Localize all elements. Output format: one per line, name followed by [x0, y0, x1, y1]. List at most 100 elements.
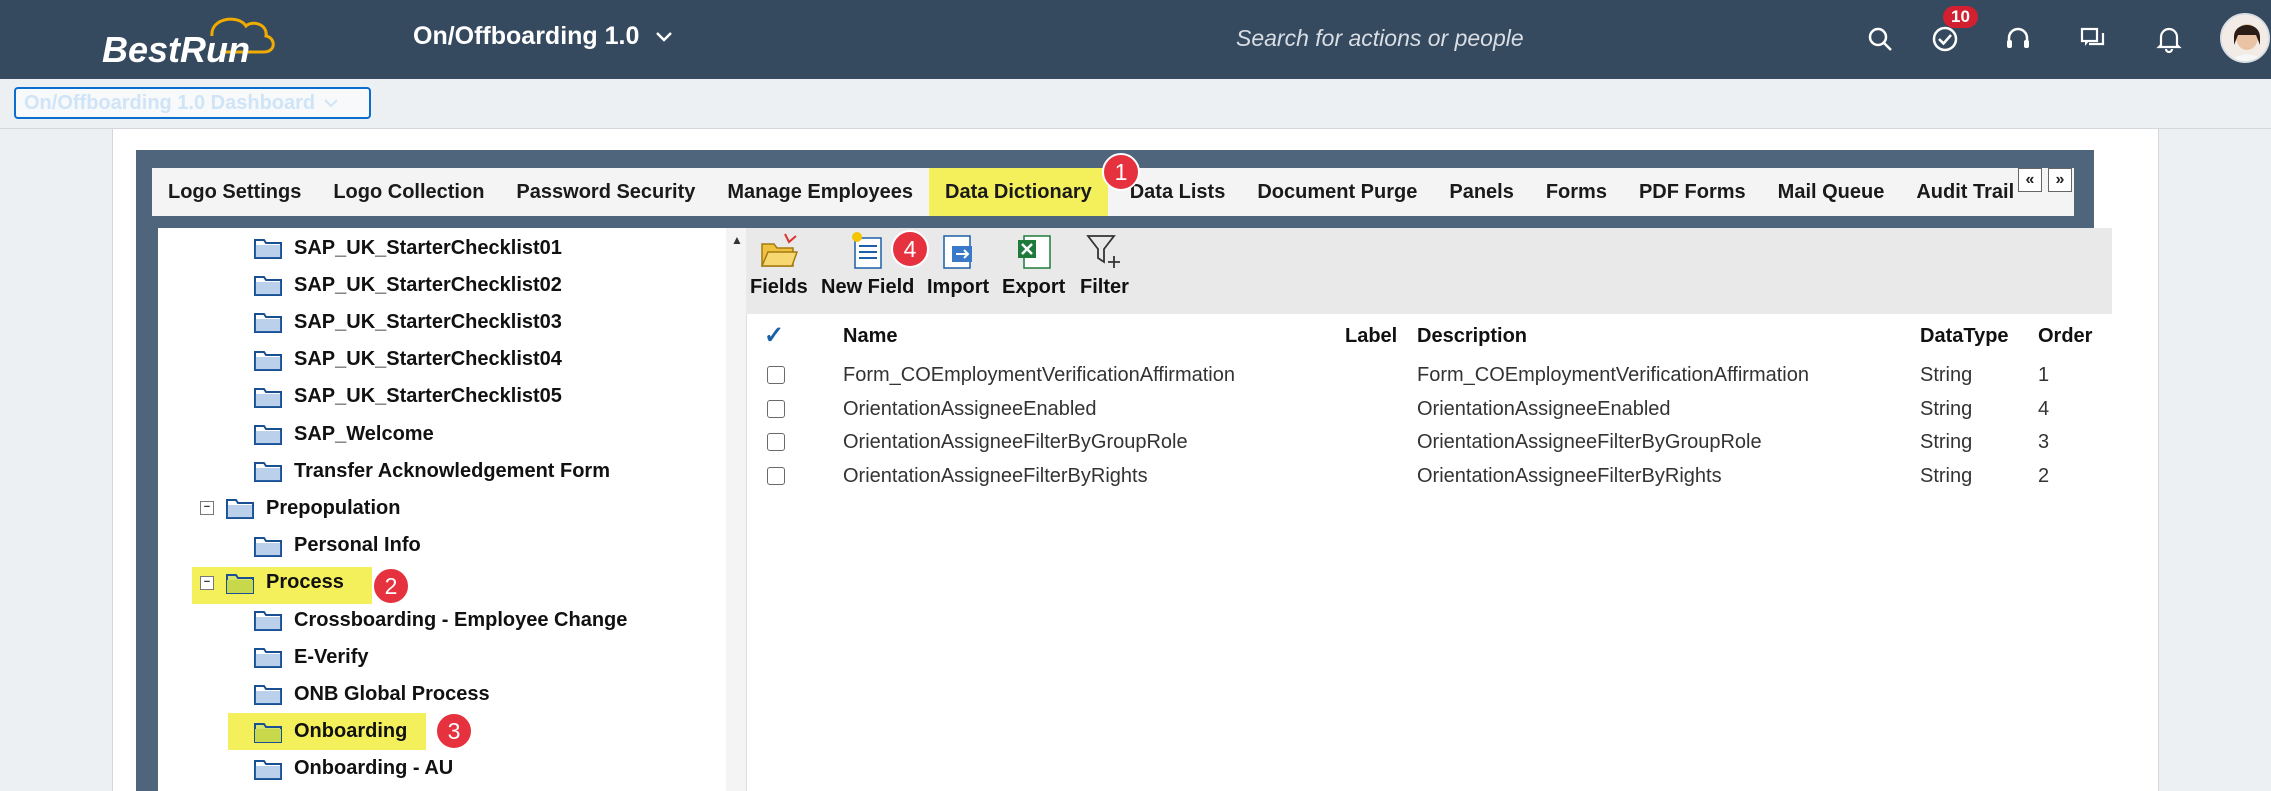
- filter-button[interactable]: Filter: [1080, 230, 1129, 299]
- tab-logo-settings[interactable]: Logo Settings: [152, 168, 317, 216]
- tab-panels[interactable]: Panels: [1433, 168, 1529, 216]
- global-search-input[interactable]: Search for actions or people: [1236, 25, 1524, 52]
- folder-icon: [254, 722, 282, 743]
- panel-splitter[interactable]: [726, 228, 746, 791]
- app-title-menu[interactable]: On/Offboarding 1.0: [413, 22, 673, 51]
- cell-order: 2: [2038, 464, 2050, 487]
- todo-count-badge: 10: [1943, 6, 1978, 28]
- tree-item[interactable]: Onboarding: [254, 715, 407, 749]
- shell-bar: BestRun On/Offboarding 1.0 Search for ac…: [0, 0, 2271, 79]
- cell-datatype: String: [1920, 431, 1973, 453]
- collapse-toggle-icon[interactable]: −: [200, 501, 214, 516]
- bestrun-logo[interactable]: BestRun: [100, 12, 300, 70]
- tab-forms[interactable]: Forms: [1530, 168, 1623, 216]
- tab-logo-collection[interactable]: Logo Collection: [317, 168, 500, 216]
- tree-item[interactable]: SAP_UK_StarterChecklist03: [254, 305, 562, 339]
- column-header-label[interactable]: Label: [1345, 325, 1397, 348]
- feedback-icon[interactable]: [2074, 20, 2112, 58]
- tree-item[interactable]: SAP_UK_StarterChecklist02: [254, 268, 562, 302]
- tree-item-label: Personal Info: [294, 534, 421, 557]
- tree-item[interactable]: SAP_UK_StarterChecklist01: [254, 231, 562, 265]
- chevron-down-icon: [656, 31, 673, 42]
- cell-datatype: String: [1920, 397, 1973, 420]
- tree-item-label: Onboarding - AU: [294, 757, 454, 780]
- row-checkbox[interactable]: [767, 433, 785, 451]
- column-header-name[interactable]: Name: [843, 325, 897, 348]
- step-marker: 4: [891, 230, 929, 268]
- tree-item[interactable]: Crossboarding - Employee Change: [254, 603, 627, 637]
- row-checkbox[interactable]: [767, 366, 785, 384]
- column-header-datatype[interactable]: DataType: [1920, 325, 2009, 348]
- tab-password-security[interactable]: Password Security: [500, 168, 711, 216]
- tree-item[interactable]: − Process: [200, 566, 344, 600]
- cell-description: OrientationAssigneeFilterByRights: [1417, 464, 1722, 487]
- tree-item-label: Onboarding: [294, 720, 408, 743]
- tab-document-purge[interactable]: Document Purge: [1241, 168, 1433, 216]
- scroll-up-arrow-icon[interactable]: ▲: [731, 233, 743, 247]
- fields-label: Fields: [750, 276, 808, 298]
- tree-item[interactable]: − Prepopulation: [200, 491, 400, 525]
- cell-name[interactable]: OrientationAssigneeFilterByRights: [843, 465, 1148, 488]
- tree-item-label: ONB Global Process: [294, 682, 490, 705]
- bell-icon[interactable]: [2150, 20, 2188, 58]
- tab-manage-employees[interactable]: Manage Employees: [711, 168, 929, 216]
- cell-datatype: String: [1920, 364, 1973, 386]
- tree-item-label: SAP_Welcome: [294, 422, 434, 445]
- folder-icon: [226, 573, 254, 594]
- cell-description: Form_COEmploymentVerificationAffirmation: [1417, 364, 1809, 386]
- step-marker: 1: [1102, 153, 1140, 191]
- collapse-toggle-icon[interactable]: −: [200, 575, 214, 590]
- column-header-description[interactable]: Description: [1417, 325, 1527, 348]
- folder-icon: [254, 387, 282, 408]
- tab-pdf-forms[interactable]: PDF Forms: [1623, 168, 1762, 216]
- column-header-order[interactable]: Order: [2038, 325, 2092, 348]
- tab-scroll-right-button[interactable]: »: [2048, 168, 2072, 192]
- dashboard-select[interactable]: On/Offboarding 1.0 Dashboard: [14, 87, 371, 119]
- folder-icon: [254, 239, 282, 259]
- folder-open-icon: [760, 233, 798, 267]
- folder-icon: [254, 425, 282, 445]
- row-checkbox[interactable]: [767, 466, 785, 485]
- excel-export-icon: [1017, 235, 1051, 269]
- cell-order: 1: [2038, 364, 2050, 386]
- new-field-label: New Field: [821, 276, 915, 298]
- tab-audit-trail[interactable]: Audit Trail: [1900, 168, 2030, 216]
- headset-icon[interactable]: [1999, 20, 2037, 58]
- import-label: Import: [927, 276, 990, 298]
- cell-description: OrientationAssigneeFilterByGroupRole: [1417, 431, 1762, 453]
- tree-item[interactable]: E-Verify: [254, 640, 368, 674]
- tree-item[interactable]: Onboarding - AU: [254, 752, 453, 786]
- tree-item[interactable]: SAP_Welcome: [254, 417, 434, 451]
- user-avatar[interactable]: [2220, 13, 2270, 63]
- tree-item[interactable]: SAP_UK_StarterChecklist04: [254, 343, 562, 377]
- select-all-checkmark[interactable]: ✓: [764, 321, 784, 350]
- fields-button[interactable]: Fields: [750, 230, 808, 299]
- cell-order: 4: [2038, 397, 2050, 420]
- row-checkbox[interactable]: [767, 399, 785, 418]
- export-button[interactable]: Export: [1002, 230, 1065, 299]
- tree-item-label: Crossboarding - Employee Change: [294, 608, 628, 631]
- tree-item-label: Transfer Acknowledgement Form: [294, 459, 610, 482]
- tree-item-label: SAP_UK_StarterChecklist02: [294, 273, 562, 296]
- cell-name[interactable]: OrientationAssigneeEnabled: [843, 398, 1097, 421]
- tree-item[interactable]: Personal Info: [254, 529, 421, 563]
- tree-item[interactable]: Transfer Acknowledgement Form: [254, 454, 610, 488]
- tab-scroll-left-button[interactable]: «: [2018, 168, 2042, 192]
- cell-name[interactable]: OrientationAssigneeFilterByGroupRole: [843, 431, 1188, 454]
- search-icon[interactable]: [1861, 20, 1899, 58]
- export-label: Export: [1002, 276, 1066, 298]
- tab-data-dictionary[interactable]: Data Dictionary: [929, 168, 1108, 216]
- import-button[interactable]: Import: [927, 230, 989, 299]
- tab-mail-queue[interactable]: Mail Queue: [1762, 168, 1901, 216]
- filter-label: Filter: [1080, 276, 1129, 298]
- cell-name[interactable]: Form_COEmploymentVerificationAffirmation: [843, 364, 1235, 387]
- folder-icon: [254, 536, 282, 557]
- tree-item-label: Prepopulation: [266, 496, 401, 519]
- folder-icon: [254, 276, 282, 297]
- tree-item[interactable]: SAP_UK_StarterChecklist05: [254, 380, 562, 414]
- dashboard-select-value: On/Offboarding 1.0 Dashboard: [24, 91, 316, 114]
- tree-item-label: E-Verify: [294, 645, 369, 668]
- sub-header: On/Offboarding 1.0 Dashboard: [0, 79, 2271, 129]
- import-icon: [943, 235, 973, 269]
- tree-item[interactable]: ONB Global Process: [254, 677, 490, 711]
